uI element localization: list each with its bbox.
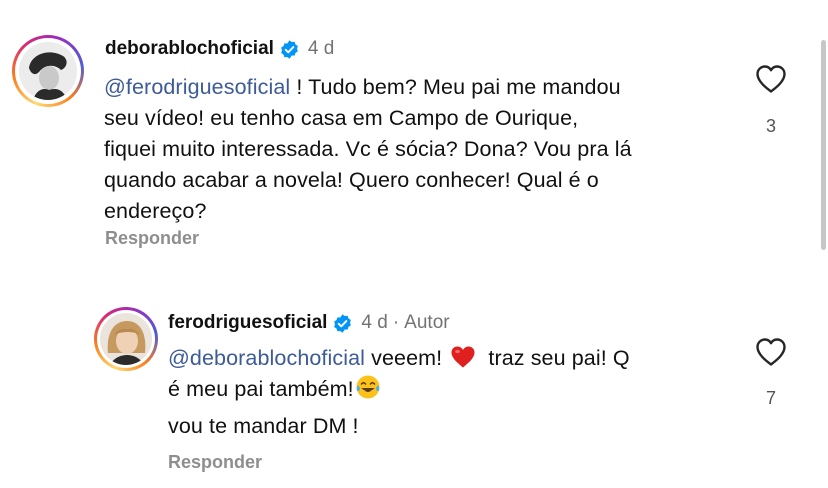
author-label: Autor: [404, 312, 450, 333]
avatar-photo-icon: [100, 313, 152, 365]
red-heart-emoji: [451, 346, 475, 368]
timestamp: 4 d: [307, 38, 335, 59]
mention-link[interactable]: @deborablochoficial: [168, 346, 365, 370]
heart-outline-icon[interactable]: [755, 64, 787, 94]
verified-badge-icon: [281, 39, 298, 59]
timestamp: 4 d: [361, 312, 388, 333]
comment-meta: ferodriguesoficial 4 d · Autor: [168, 312, 450, 334]
comment-text-line: seu vídeo! eu tenho casa em Campo de Our…: [104, 106, 579, 130]
comment-text-line: é meu pai também!: [168, 377, 354, 401]
like-count: 7: [765, 388, 776, 408]
username[interactable]: deborablochoficial: [105, 38, 274, 60]
comment-text-segment: traz seu pai! Q: [482, 346, 630, 370]
reply-button[interactable]: Responder: [168, 452, 262, 473]
comment-text-line: quando acabar a novela! Quero conhecer! …: [104, 168, 599, 192]
username[interactable]: ferodriguesoficial: [168, 312, 327, 334]
comment-text-line: endereço?: [104, 199, 207, 223]
avatar-photo-icon: [19, 42, 77, 100]
comment-text: @deborablochoficial veeem! traz seu pai!…: [168, 343, 738, 442]
meta-separator: ·: [392, 312, 400, 333]
mention-link[interactable]: @ferodriguesoficial: [104, 75, 290, 99]
comment-text-line: fiquei muito interessada. Vc é sócia? Do…: [104, 137, 632, 161]
tears-of-joy-emoji: [356, 375, 380, 399]
scrollbar[interactable]: [821, 40, 826, 250]
verified-badge-icon: [334, 313, 352, 333]
comment-meta: deborablochoficial 4 d: [105, 38, 334, 60]
comment-text-line: vou te mandar DM !: [168, 414, 359, 438]
avatar[interactable]: [100, 313, 152, 365]
heart-outline-icon[interactable]: [755, 337, 787, 367]
line-spacer: [168, 405, 738, 411]
reply-comment-item: ferodriguesoficial 4 d · Autor @deborabl…: [0, 290, 828, 488]
comment-item: deborablochoficial 4 d @ferodriguesofici…: [0, 0, 828, 270]
like-count: 3: [765, 116, 776, 136]
avatar[interactable]: [19, 42, 77, 100]
reply-button[interactable]: Responder: [105, 228, 199, 249]
comment-text-line: ! Tudo bem? Meu pai me mandou: [290, 75, 621, 99]
comment-text-segment: veeem!: [365, 346, 449, 370]
comment-text: @ferodriguesoficial ! Tudo bem? Meu pai …: [104, 72, 744, 227]
